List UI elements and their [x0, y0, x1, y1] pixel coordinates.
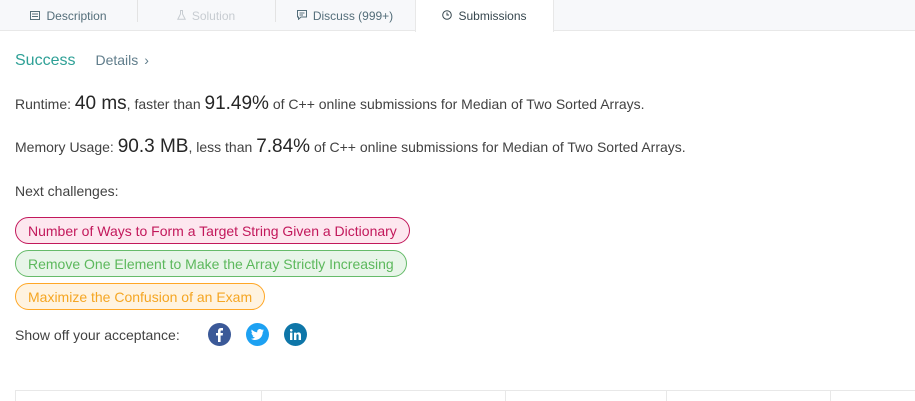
- tab-discuss[interactable]: Discuss (999+): [275, 0, 415, 31]
- clock-icon: [442, 9, 453, 23]
- memory-label: Memory Usage:: [15, 139, 114, 155]
- runtime-value: 40 ms: [74, 93, 127, 114]
- memory-percent: 7.84%: [256, 136, 311, 157]
- runtime-comparison: , faster than: [126, 96, 201, 112]
- description-icon: [30, 9, 41, 23]
- tab-submissions[interactable]: Submissions: [415, 0, 554, 32]
- tab-solution-label: Solution: [191, 8, 236, 23]
- submissions-table: [15, 390, 915, 401]
- share-row: Show off your acceptance:: [15, 323, 322, 346]
- challenge-pill-hard[interactable]: Number of Ways to Form a Target String G…: [15, 217, 410, 244]
- table-column-divider: [830, 391, 831, 401]
- twitter-icon[interactable]: [245, 323, 269, 346]
- memory-value: 90.3 MB: [117, 136, 189, 157]
- runtime-suffix: of C++ online submissions for Median of …: [272, 96, 645, 112]
- table-column-divider: [666, 391, 667, 401]
- tab-solution[interactable]: Solution: [137, 0, 275, 31]
- tab-description-label: Description: [46, 8, 107, 23]
- next-challenges-label: Next challenges:: [15, 183, 119, 199]
- memory-line: Memory Usage: 90.3 MB, less than 7.84% o…: [15, 136, 686, 158]
- facebook-icon[interactable]: [207, 323, 231, 346]
- chevron-right-icon[interactable]: ›: [144, 52, 149, 68]
- status-text: Success: [15, 52, 76, 69]
- linkedin-icon[interactable]: [283, 323, 307, 346]
- discuss-icon: [296, 9, 307, 23]
- challenge-pill-easy[interactable]: Remove One Element to Make the Array Str…: [15, 250, 407, 277]
- result-header: Success Details ›: [15, 52, 149, 70]
- memory-suffix: of C++ online submissions for Median of …: [313, 139, 686, 155]
- table-column-divider: [261, 391, 262, 401]
- memory-comparison: , less than: [188, 139, 253, 155]
- runtime-percent: 91.49%: [204, 93, 269, 114]
- share-label: Show off your acceptance:: [15, 326, 180, 343]
- challenge-pill-medium[interactable]: Maximize the Confusion of an Exam: [15, 283, 266, 310]
- tab-description[interactable]: Description: [0, 0, 137, 31]
- tab-discuss-label: Discuss (999+): [312, 8, 394, 23]
- tab-submissions-label: Submissions: [458, 9, 527, 23]
- tab-bar: Description Solution Discuss (999+) Subm…: [0, 0, 915, 32]
- table-column-divider: [505, 391, 506, 401]
- runtime-label: Runtime:: [15, 96, 72, 112]
- flask-icon: [176, 9, 186, 23]
- runtime-line: Runtime: 40 ms, faster than 91.49% of C+…: [15, 93, 645, 115]
- details-link[interactable]: Details: [95, 52, 138, 68]
